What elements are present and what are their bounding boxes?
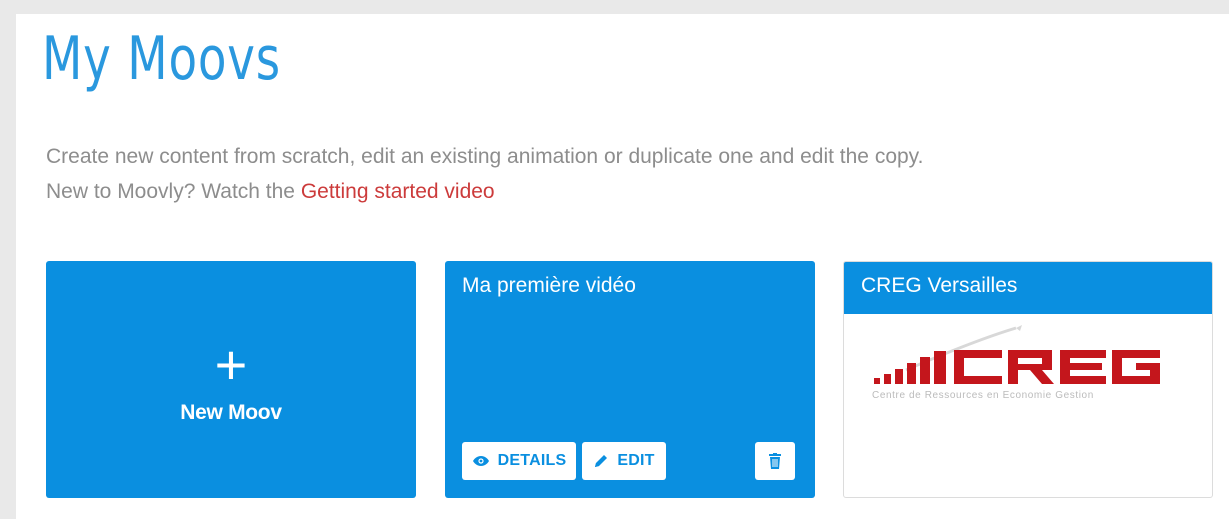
plus-icon: +: [214, 332, 248, 396]
creg-card-title: CREG Versailles: [844, 262, 1212, 314]
new-moov-button[interactable]: + New Moov: [46, 261, 416, 498]
moov-card-ma-premiere-video[interactable]: Ma première vidéo DETAILS EDIT: [445, 261, 815, 498]
new-moov-card[interactable]: + New Moov: [46, 261, 416, 498]
eye-icon: [472, 456, 489, 466]
main-panel: My Moovs Create new content from scratch…: [16, 14, 1229, 519]
creg-logo: [874, 325, 1160, 384]
creg-logo-subtitle: Centre de Ressources en Economie Gestion: [872, 390, 1094, 401]
moov-card-creg-versailles[interactable]: CREG Versailles Centre de Ressources en …: [843, 261, 1213, 498]
getting-started-link[interactable]: Getting started video: [301, 180, 495, 203]
intro-text: Create new content from scratch, edit an…: [46, 139, 923, 209]
edit-label: EDIT: [617, 452, 655, 469]
details-label: DETAILS: [497, 452, 567, 469]
intro-prefix: New to Moovly? Watch the: [46, 180, 301, 203]
new-moov-label: New Moov: [180, 400, 282, 424]
pencil-icon: [595, 455, 608, 467]
intro-line-2: New to Moovly? Watch the Getting started…: [46, 174, 923, 209]
edit-button[interactable]: EDIT: [582, 442, 666, 480]
intro-line-1: Create new content from scratch, edit an…: [46, 145, 924, 168]
trash-icon: [769, 453, 781, 469]
moov-card-title: Ma première vidéo: [462, 274, 636, 297]
page-title: My Moovs: [42, 24, 281, 94]
details-button[interactable]: DETAILS: [462, 442, 576, 480]
delete-button[interactable]: [755, 442, 795, 480]
